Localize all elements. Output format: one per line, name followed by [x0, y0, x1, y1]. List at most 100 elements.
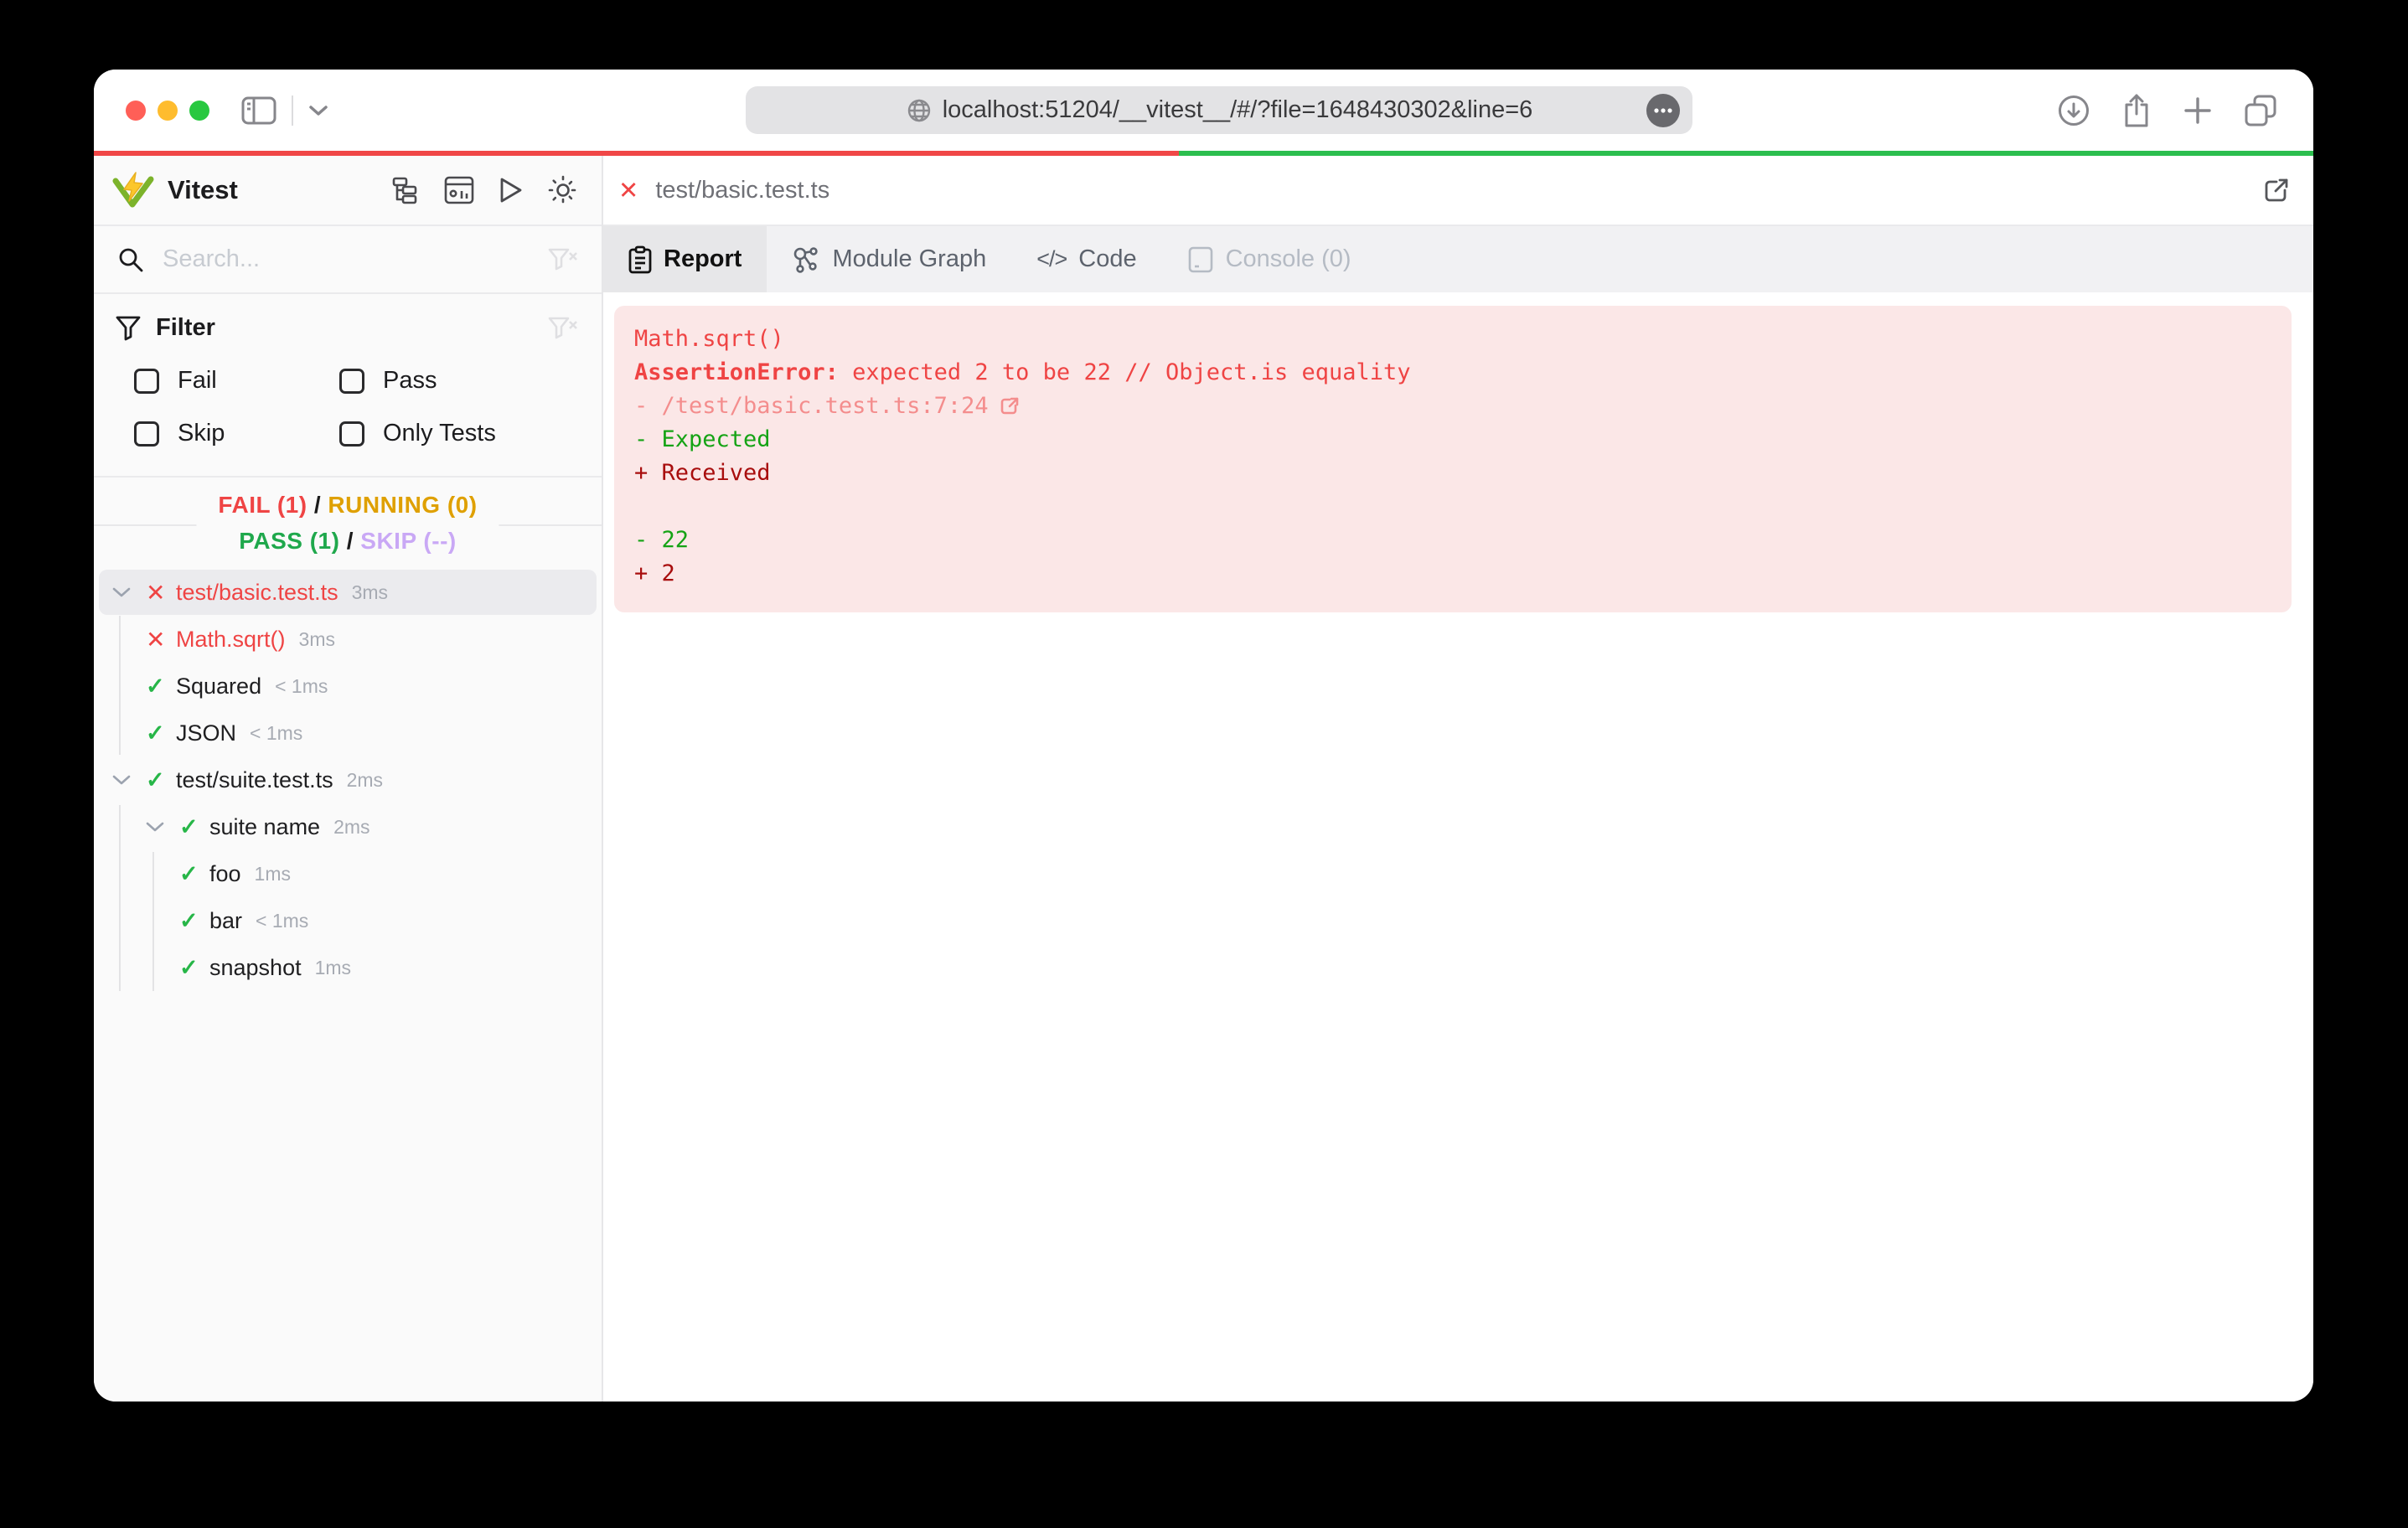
tree-item-suite-name[interactable]: ✓ suite name 2ms: [94, 803, 602, 850]
summary-line-fail-running: FAIL (1) / RUNNING (0): [218, 491, 478, 518]
tree-item-duration: 1ms: [314, 956, 352, 978]
close-window-button[interactable]: [126, 100, 146, 121]
stack-text: - /test/basic.test.ts:7:24: [634, 393, 989, 419]
pass-status-icon: ✓: [179, 954, 199, 980]
search-bar: [94, 226, 602, 294]
fail-status-icon: ✕: [146, 626, 166, 653]
clear-filter-icon[interactable]: [548, 315, 578, 342]
pass-status-icon: ✓: [179, 813, 199, 839]
address-bar[interactable]: localhost:51204/__vitest__/#/?file=16484…: [746, 86, 1692, 134]
run-all-icon[interactable]: [498, 176, 524, 204]
expand-tree-icon[interactable]: [392, 176, 421, 204]
tree-item-label: test/basic.test.ts: [176, 579, 338, 605]
tree-item-foo[interactable]: ✓ foo 1ms: [94, 850, 602, 897]
tab-module-graph[interactable]: Module Graph: [767, 226, 1011, 292]
fail-status-icon: ✕: [618, 177, 639, 204]
tab-overview-icon[interactable]: [2243, 93, 2278, 128]
filter-checkbox-skip[interactable]: Skip: [116, 420, 321, 447]
checkbox-icon[interactable]: [134, 421, 159, 447]
tab-console[interactable]: Console (0): [1162, 226, 1377, 292]
code-icon: </>: [1036, 246, 1067, 271]
pass-status-icon: ✓: [146, 767, 165, 792]
tree-item-snapshot[interactable]: ✓ snapshot 1ms: [94, 944, 602, 991]
traffic-lights: [126, 100, 209, 121]
pass-status-icon: ✓: [179, 907, 199, 933]
tree-item-duration: < 1ms: [256, 909, 309, 932]
filter-funnel-icon: [116, 315, 141, 342]
diff-line: [634, 490, 2268, 524]
external-link-icon[interactable]: [999, 395, 1021, 417]
tree-item-bar[interactable]: ✓ bar < 1ms: [94, 897, 602, 944]
tree-item-squared[interactable]: ✓ Squared < 1ms: [94, 663, 602, 710]
dashboard-icon[interactable]: [444, 176, 474, 204]
checkbox-icon[interactable]: [134, 368, 159, 394]
chevron-down-icon[interactable]: [112, 774, 146, 786]
tree-item-duration: < 1ms: [250, 721, 303, 744]
search-input[interactable]: [163, 245, 548, 273]
diff-line: - 22: [634, 527, 690, 553]
clear-search-filter-icon[interactable]: [548, 246, 578, 273]
open-in-editor-icon[interactable]: [2261, 175, 2292, 205]
sidebar: Vitest Search... Filter Fail Pass Skip O…: [94, 156, 603, 1402]
tree-item-label: bar: [209, 907, 243, 933]
browser-window: localhost:51204/__vitest__/#/?file=16484…: [94, 70, 2313, 1402]
globe-icon: [906, 97, 933, 124]
report-content: Math.sqrt() AssertionError: expected 2 t…: [603, 292, 2313, 1402]
chevron-down-icon[interactable]: [146, 821, 179, 833]
tree-item-test-suite-test-ts[interactable]: ✓ test/suite.test.ts 2ms: [94, 756, 602, 803]
share-icon[interactable]: [2121, 92, 2152, 129]
theme-toggle-icon[interactable]: [548, 175, 578, 205]
browser-toolbar: localhost:51204/__vitest__/#/?file=16484…: [94, 70, 2313, 151]
diff-line: - Expected: [634, 426, 771, 452]
error-panel: Math.sqrt() AssertionError: expected 2 t…: [614, 306, 2292, 612]
tree-item-math-sqrt-[interactable]: ✕ Math.sqrt() 3ms: [94, 616, 602, 663]
zoom-window-button[interactable]: [189, 100, 209, 121]
downloads-icon[interactable]: [2057, 94, 2090, 127]
tree-item-duration: 1ms: [254, 862, 291, 885]
tree-item-json[interactable]: ✓ JSON < 1ms: [94, 710, 602, 756]
tree-item-label: Math.sqrt(): [176, 626, 286, 652]
chevron-down-icon[interactable]: [112, 586, 146, 598]
error-message: AssertionError: expected 2 to be 22 // O…: [634, 359, 1411, 385]
open-file-name: test/basic.test.ts: [655, 176, 830, 204]
main-panel: ✕ test/basic.test.ts Report Module Graph…: [603, 156, 2313, 1402]
error-stack-line[interactable]: - /test/basic.test.ts:7:24: [634, 390, 2268, 423]
error-test-name: Math.sqrt(): [634, 326, 784, 352]
tree-item-label: foo: [209, 860, 241, 886]
minimize-window-button[interactable]: [158, 100, 178, 121]
diff-line: + 2: [634, 560, 675, 586]
tree-item-label: snapshot: [209, 954, 302, 980]
test-summary: FAIL (1) / RUNNING (0) PASS (1) / SKIP (…: [94, 478, 602, 567]
chevron-down-icon[interactable]: [308, 105, 328, 116]
view-tabs: Report Module Graph </> Code Console (0): [603, 226, 2313, 292]
url-text: localhost:51204/__vitest__/#/?file=16484…: [942, 96, 1533, 123]
console-icon: [1187, 245, 1214, 274]
module-graph-icon: [792, 245, 820, 274]
file-header: ✕ test/basic.test.ts: [603, 156, 2313, 226]
checkbox-icon[interactable]: [339, 421, 364, 447]
page-options-button[interactable]: [1646, 93, 1681, 128]
tab-report[interactable]: Report: [603, 226, 767, 292]
tab-code[interactable]: </> Code: [1011, 226, 1161, 292]
summary-line-pass-skip: PASS (1) / SKIP (--): [239, 527, 457, 554]
pass-status-icon: ✓: [146, 720, 165, 746]
pass-status-icon: ✓: [179, 860, 199, 886]
diff-line: + Received: [634, 460, 771, 486]
checkbox-icon[interactable]: [339, 368, 364, 394]
filter-checkbox-only-tests[interactable]: Only Tests: [321, 420, 578, 447]
report-icon: [628, 245, 652, 274]
pass-status-icon: ✓: [146, 673, 165, 699]
filter-title: Filter: [156, 314, 215, 341]
tree-item-duration: 2ms: [346, 768, 384, 791]
app-title: Vitest: [168, 175, 238, 204]
tree-item-duration: 3ms: [351, 581, 389, 603]
toolbar-separator: [292, 95, 293, 126]
test-tree: ✕ test/basic.test.ts 3ms ✕ Math.sqrt() 3ms ✓ Sq…: [94, 567, 602, 1402]
tree-item-label: suite name: [209, 813, 321, 839]
new-tab-icon[interactable]: [2183, 96, 2213, 126]
filter-checkbox-fail[interactable]: Fail: [116, 367, 321, 395]
tree-item-test-basic-test-ts[interactable]: ✕ test/basic.test.ts 3ms: [94, 569, 602, 616]
sidebar-toggle-icon[interactable]: [241, 96, 276, 125]
tree-item-label: JSON: [176, 720, 237, 746]
filter-checkbox-pass[interactable]: Pass: [321, 367, 578, 395]
